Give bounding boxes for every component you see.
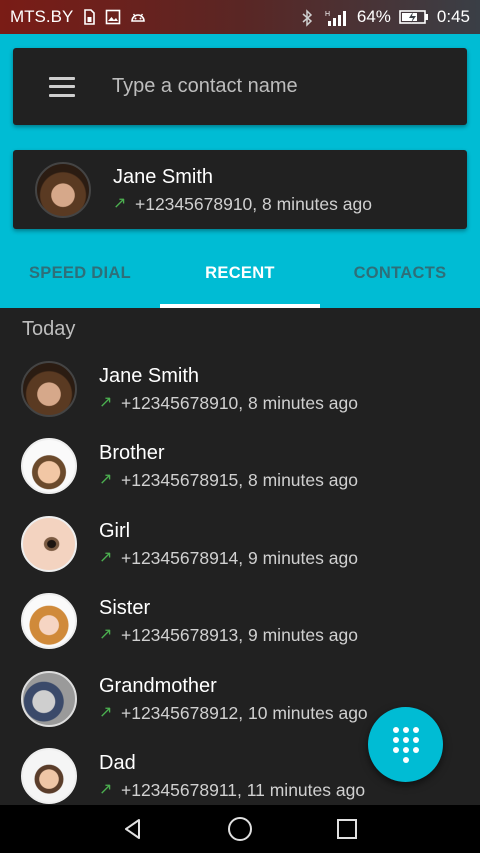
sim-icon (81, 9, 97, 25)
tab-recent[interactable]: RECENT (160, 238, 320, 308)
clock: 0:45 (436, 7, 470, 26)
avatar (21, 748, 77, 805)
last-call-card[interactable]: Jane Smith ↗ +12345678910, 8 minutes ago (13, 150, 467, 229)
carrier-label: MTS.BY (10, 7, 74, 26)
image-icon (105, 9, 121, 25)
call-detail: +12345678913, 9 minutes ago (121, 625, 358, 646)
contact-search-input[interactable] (110, 74, 444, 99)
menu-icon[interactable] (49, 76, 75, 97)
contact-name: Dad (99, 752, 136, 775)
svg-text:H: H (325, 11, 330, 18)
call-detail: +12345678914, 9 minutes ago (121, 547, 358, 568)
call-detail: +12345678910, 8 minutes ago (121, 392, 358, 413)
tab-speed-dial[interactable]: SPEED DIAL (0, 238, 160, 308)
avatar (21, 360, 77, 417)
dialpad-button[interactable] (368, 707, 443, 782)
outgoing-call-arrow-icon: ↗ (99, 703, 113, 721)
contact-name: Sister (99, 597, 151, 620)
outgoing-call-arrow-icon: ↗ (113, 194, 127, 212)
last-call-detail: +12345678910, 8 minutes ago (135, 193, 372, 214)
section-header-today: Today (22, 318, 76, 340)
avatar (21, 670, 77, 727)
android-icon (129, 9, 146, 25)
dialpad-icon (392, 726, 419, 763)
battery-icon (399, 9, 429, 25)
avatar (21, 593, 77, 650)
list-item[interactable]: Jane Smith ↗ +12345678910, 8 minutes ago (0, 350, 480, 428)
outgoing-call-arrow-icon: ↗ (99, 393, 113, 411)
list-item[interactable]: Brother ↗ +12345678915, 8 minutes ago (0, 428, 480, 506)
outgoing-call-arrow-icon: ↗ (99, 781, 113, 799)
signal-icon: H (325, 9, 349, 26)
call-detail: +12345678912, 10 minutes ago (121, 702, 368, 723)
back-icon[interactable] (109, 805, 157, 853)
recents-icon[interactable] (323, 805, 371, 853)
outgoing-call-arrow-icon: ↗ (99, 548, 113, 566)
outgoing-call-arrow-icon: ↗ (99, 471, 113, 489)
tab-contacts[interactable]: CONTACTS (320, 238, 480, 308)
bluetooth-icon (301, 9, 317, 27)
contact-name: Brother (99, 442, 165, 465)
search-bar (13, 48, 467, 125)
home-icon[interactable] (216, 805, 264, 853)
battery-percent: 64% (356, 7, 391, 26)
list-item[interactable]: Sister ↗ +12345678913, 9 minutes ago (0, 583, 480, 661)
contact-name: Girl (99, 519, 131, 542)
call-detail: +12345678915, 8 minutes ago (121, 470, 358, 491)
call-detail: +12345678911, 11 minutes ago (121, 780, 366, 801)
avatar (21, 515, 77, 572)
last-call-name: Jane Smith (113, 165, 214, 188)
navigation-bar (0, 805, 480, 853)
status-bar: MTS.BY H 64% 0:45 (0, 0, 480, 34)
tab-bar: SPEED DIAL RECENT CONTACTS (0, 238, 480, 308)
list-item[interactable]: Girl ↗ +12345678914, 9 minutes ago (0, 505, 480, 583)
contact-name: Jane Smith (99, 364, 200, 387)
contact-name: Grandmother (99, 674, 217, 697)
avatar (21, 438, 77, 495)
avatar (35, 161, 91, 218)
outgoing-call-arrow-icon: ↗ (99, 626, 113, 644)
